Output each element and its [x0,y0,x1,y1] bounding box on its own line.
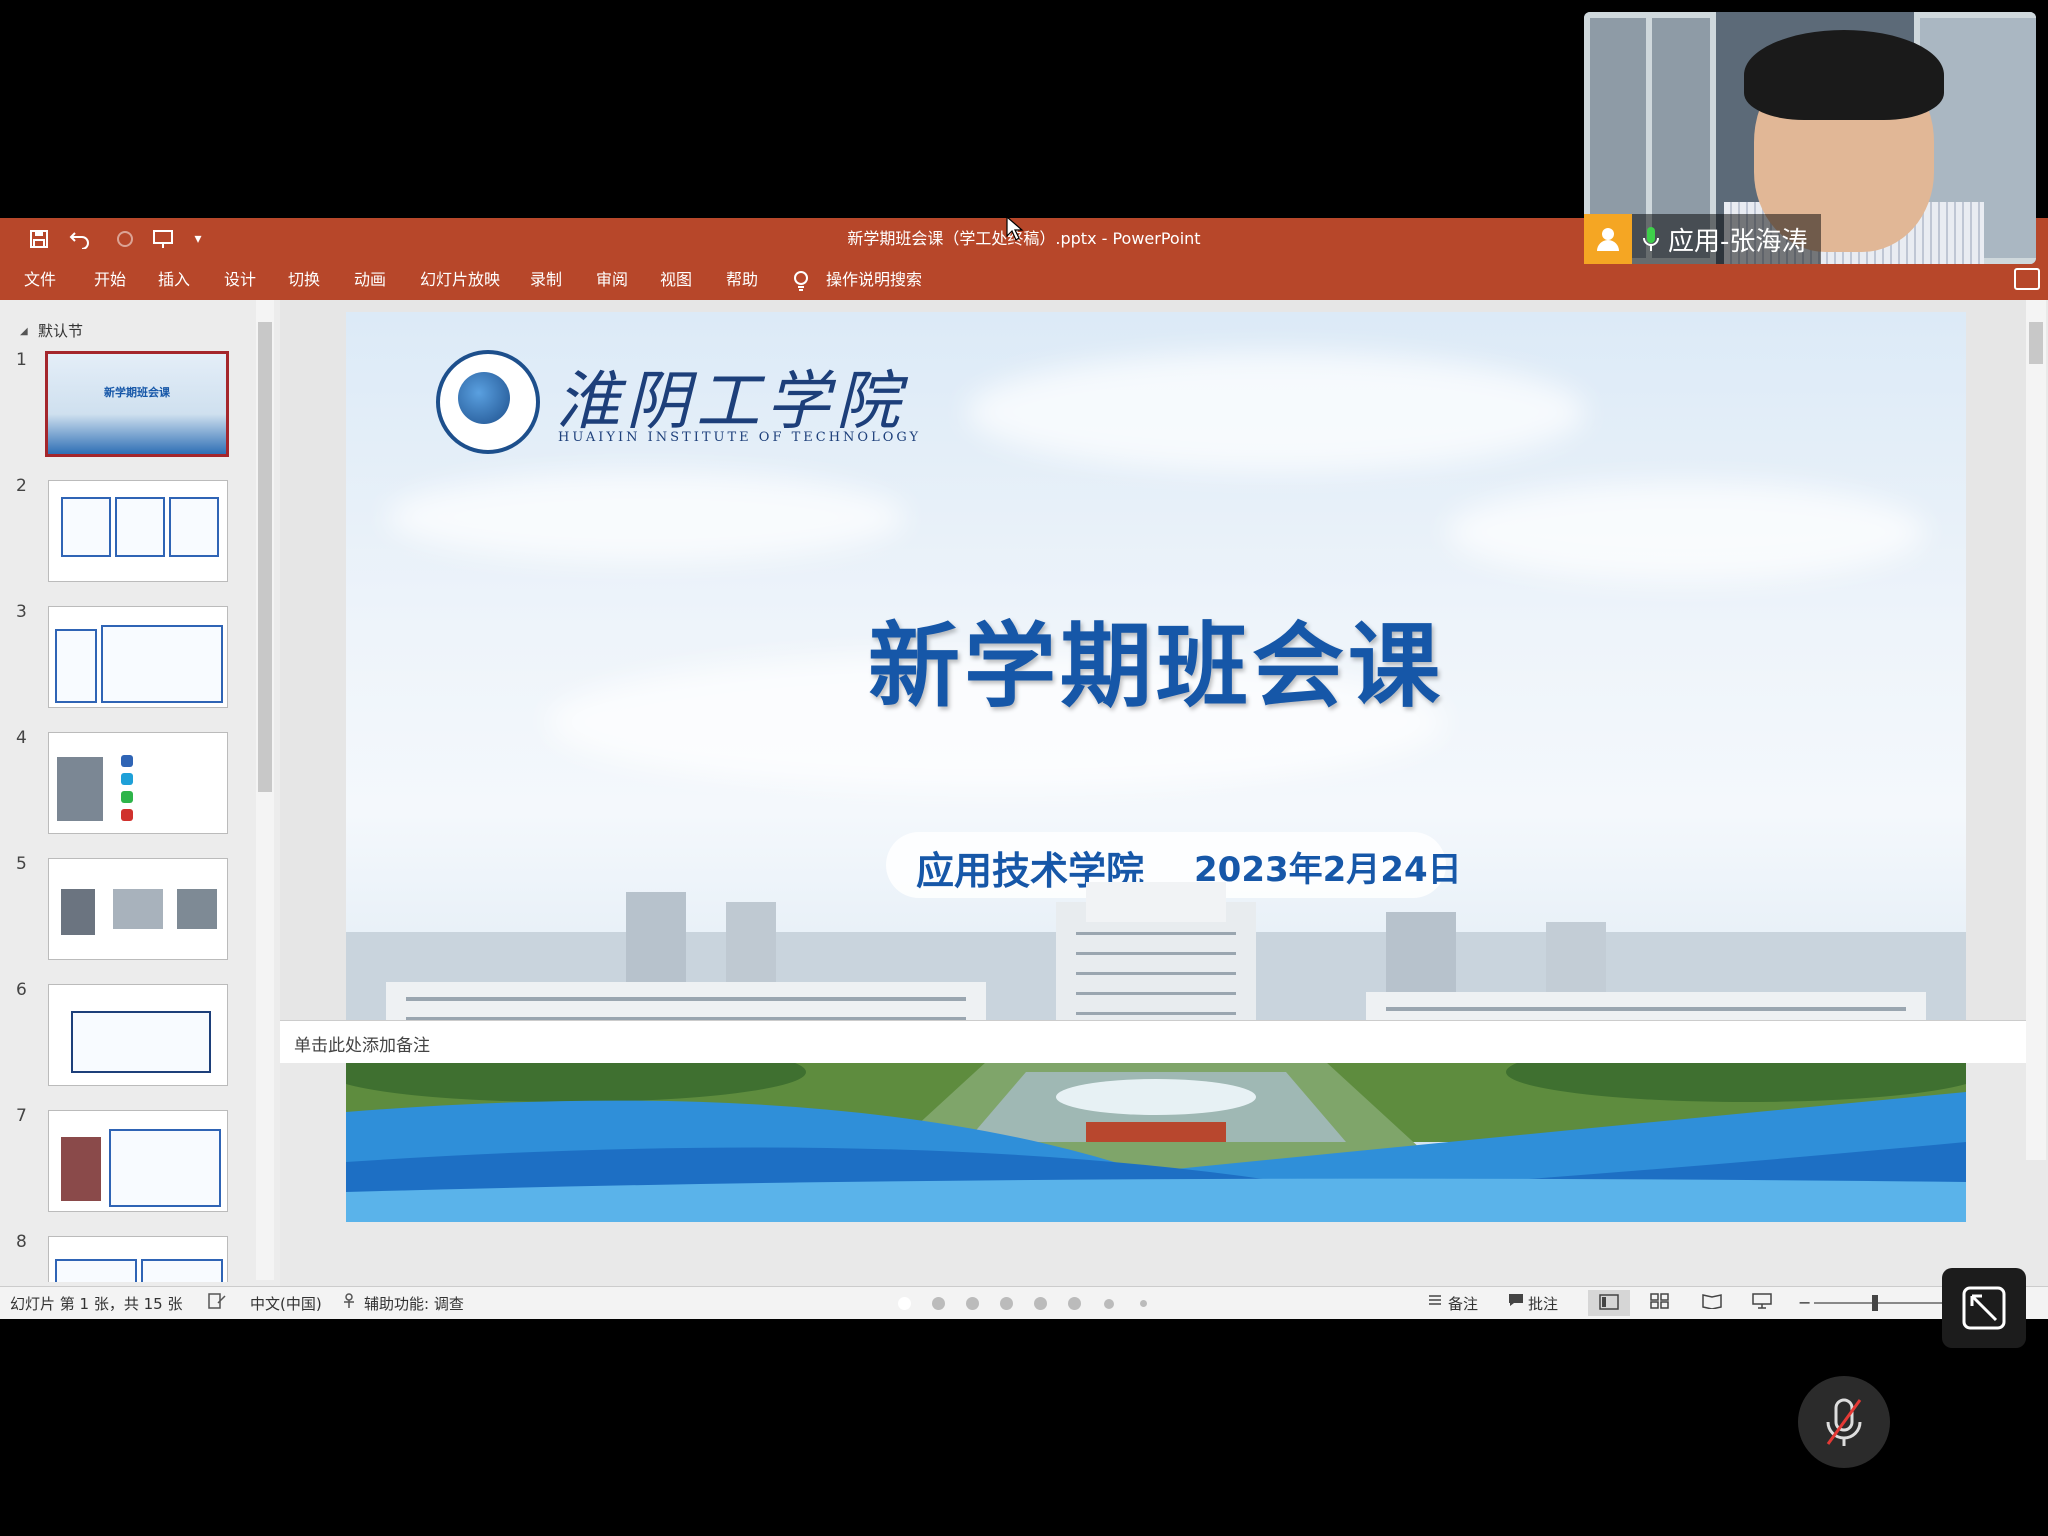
notes-placeholder: 单击此处添加备注 [294,1036,430,1056]
slide-sorter-icon[interactable] [1650,1293,1670,1313]
tab-insert[interactable]: 插入 [158,260,190,300]
notes-icon[interactable] [1428,1293,1442,1311]
thumbnail-number: 3 [16,602,27,622]
slide-thumbnail-pane: ◢ 默认节 1 新学期班会课 2 3 4 5 6 7 8 [0,300,280,1300]
thumbnail-number: 8 [16,1232,27,1252]
thumbnail-slide-7[interactable]: 7 [0,1106,260,1216]
slide-counter: 幻灯片 第 1 张，共 15 张 [10,1295,183,1313]
microphone-on-icon [1632,225,1660,253]
slide-vertical-scrollbar[interactable] [2026,300,2046,1160]
scrollbar-thumb[interactable] [2029,322,2043,364]
meeting-page-dot[interactable] [1140,1300,1147,1307]
mouse-cursor-icon [1006,216,1024,241]
zoom-slider-handle[interactable] [1872,1295,1878,1311]
slideshow-icon[interactable] [1752,1293,1772,1313]
tab-file[interactable]: 文件 [24,260,56,300]
tab-animations[interactable]: 动画 [354,260,386,300]
meeting-page-dot-active[interactable] [898,1297,911,1310]
thumbnail-title: 新学期班会课 [104,386,170,399]
thumbnail-image [48,858,228,960]
user-avatar-icon [1584,214,1632,264]
thumbnail-scrollbar[interactable] [256,300,274,1280]
tab-transitions[interactable]: 切换 [288,260,320,300]
lightbulb-icon [792,260,810,300]
microphone-muted-icon [1826,1398,1862,1446]
notes-toggle[interactable]: 备注 [1448,1293,1478,1314]
accessibility-icon[interactable] [342,1293,360,1313]
thumbnail-number: 5 [16,854,27,874]
notes-pane[interactable]: 单击此处添加备注 [280,1020,2028,1063]
comments-toggle[interactable]: 批注 [1528,1293,1558,1314]
school-name-calligraphy: 淮阴工学院 [556,365,906,439]
ribbon-tabs: 文件 开始 插入 设计 切换 动画 幻灯片放映 录制 审阅 视图 帮助 操作说明… [0,260,2048,300]
scrollbar-thumb[interactable] [258,322,272,792]
meeting-page-dot[interactable] [966,1297,979,1310]
normal-view-icon[interactable] [1588,1290,1630,1316]
slide-title: 新学期班会课 [867,613,1444,720]
thumbnail-slide-4[interactable]: 4 [0,728,260,838]
tab-record[interactable]: 录制 [530,260,562,300]
thumbnail-number: 6 [16,980,27,1000]
thumbnail-number: 2 [16,476,27,496]
collapse-triangle-icon[interactable]: ◢ [20,326,28,337]
thumbnail-slide-6[interactable]: 6 [0,980,260,1090]
person-hair [1744,30,1944,120]
screen-share-button[interactable] [1942,1268,2026,1348]
powerpoint-window: ▾ 新学期班会课（学工处终稿）.pptx - PowerPoint 文件 开始 … [0,218,2048,1319]
meeting-page-dot[interactable] [1034,1297,1047,1310]
tab-slideshow[interactable]: 幻灯片放映 [420,260,500,300]
meeting-page-dot[interactable] [1068,1297,1081,1310]
thumbnail-slide-2[interactable]: 2 [0,476,260,586]
thumbnail-number: 4 [16,728,27,748]
comments-icon[interactable] [2014,268,2040,290]
tab-view[interactable]: 视图 [660,260,692,300]
tell-me-search[interactable]: 操作说明搜索 [826,260,922,300]
thumbnail-slide-1[interactable]: 1 新学期班会课 [0,350,260,460]
section-label[interactable]: 默认节 [38,320,83,341]
thumbnail-image [48,606,228,708]
current-slide[interactable]: 淮阴工学院 HUAIYIN INSTITUTE OF TECHNOLOGY 新学… [346,312,1966,1222]
thumbnail-number: 7 [16,1106,27,1126]
thumbnail-image [48,1236,228,1282]
meeting-page-dot[interactable] [1000,1297,1013,1310]
thumbnail-image: 新学期班会课 [45,351,229,457]
school-name-english: HUAIYIN INSTITUTE OF TECHNOLOGY [558,430,922,445]
participant-name-tag: 应用-张海涛 [1584,214,1822,264]
tab-home[interactable]: 开始 [94,260,126,300]
thumbnail-image [48,732,228,834]
language-indicator[interactable]: 中文(中国) [250,1293,322,1314]
status-bar: 幻灯片 第 1 张，共 15 张 中文(中国) 辅助功能: 调查 备注 批注 − [0,1286,2048,1319]
thumbnail-image [48,480,228,582]
comment-icon[interactable] [1508,1293,1524,1311]
zoom-slider[interactable] [1814,1302,1944,1304]
zoom-out-icon[interactable]: − [1798,1293,1811,1312]
tab-design[interactable]: 设计 [224,260,256,300]
slide-editing-area: 淮阴工学院 HUAIYIN INSTITUTE OF TECHNOLOGY 新学… [280,300,2028,1222]
thumbnail-number: 1 [16,350,27,370]
tab-review[interactable]: 审阅 [596,260,628,300]
accessibility-status[interactable]: 辅助功能: 调查 [364,1293,464,1314]
share-screen-icon [1962,1286,2006,1330]
thumbnail-slide-5[interactable]: 5 [0,854,260,964]
thumbnail-slide-8[interactable]: 8 [0,1232,260,1282]
spellcheck-icon[interactable] [208,1293,226,1313]
meeting-page-dot[interactable] [1104,1299,1114,1309]
thumbnail-image [48,984,228,1086]
thumbnail-slide-3[interactable]: 3 [0,602,260,712]
reading-view-icon[interactable] [1702,1293,1722,1313]
mute-microphone-button[interactable] [1798,1376,1890,1468]
meeting-page-dot[interactable] [932,1297,945,1310]
tab-help[interactable]: 帮助 [726,260,758,300]
participant-name: 应用-张海涛 [1668,226,1808,257]
thumbnail-image [48,1110,228,1212]
school-emblem-logo [436,350,540,454]
